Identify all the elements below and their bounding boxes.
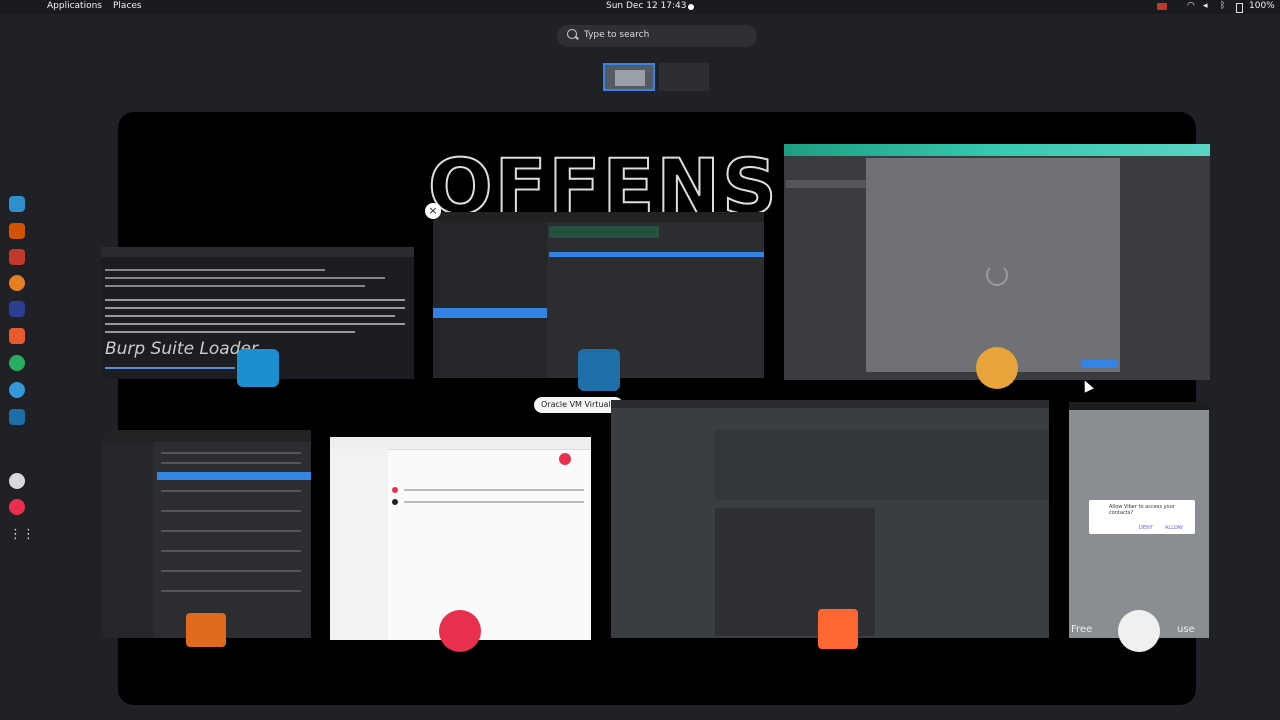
- firefox-icon[interactable]: [9, 275, 25, 291]
- page-heading: [786, 180, 866, 188]
- device-status-icon: [392, 487, 398, 493]
- page-button[interactable]: [1082, 360, 1118, 368]
- mendeley-icon[interactable]: [9, 301, 25, 317]
- volume-icon[interactable]: ◂: [1203, 1, 1208, 11]
- phone-bottom-text-left: Free: [1071, 624, 1093, 635]
- battery-icon[interactable]: [1236, 3, 1243, 13]
- dash-dock: ⋮⋮: [6, 192, 35, 543]
- close-window-button[interactable]: ×: [425, 203, 441, 219]
- search-placeholder: Type to search: [584, 30, 650, 40]
- editor-icon[interactable]: [9, 249, 25, 265]
- applications-menu[interactable]: Applications: [47, 1, 102, 11]
- camera-icon[interactable]: [1157, 3, 1167, 10]
- git-icon[interactable]: [9, 355, 25, 371]
- files-selected-row[interactable]: [157, 472, 311, 480]
- bluetooth-icon[interactable]: ᛒ: [1220, 1, 1225, 11]
- firefox-app-icon: [976, 347, 1018, 389]
- record-indicator-icon: [688, 4, 694, 10]
- wifi-icon[interactable]: ◠: [1187, 1, 1195, 11]
- vm-list-selected[interactable]: [433, 308, 547, 318]
- genymotion-device-app-icon: [1118, 610, 1160, 652]
- search-input[interactable]: Type to search: [557, 25, 757, 47]
- permission-dialog: Allow Viber to access your contacts? DEN…: [1089, 500, 1195, 534]
- vm-toolbar: [549, 226, 659, 238]
- browser-tabbar: [784, 144, 1210, 156]
- loading-spinner-icon: [986, 264, 1008, 286]
- files-app-icon: [186, 613, 226, 647]
- workspace-thumbnail-1[interactable]: [603, 63, 655, 91]
- chrome-icon[interactable]: [9, 382, 25, 398]
- window-titlebar: [101, 247, 414, 257]
- search-icon: [567, 29, 577, 39]
- burp-table: [715, 430, 1049, 500]
- files-icon[interactable]: [9, 223, 25, 239]
- geny-filters: [330, 449, 388, 640]
- terminal-ascii-art: Burp Suite Loader: [105, 339, 258, 359]
- virtualbox-icon[interactable]: [9, 409, 25, 425]
- genymotion-icon[interactable]: [9, 473, 25, 489]
- terminal-icon[interactable]: [9, 196, 25, 212]
- burp-app-icon: [818, 609, 858, 649]
- allow-button[interactable]: ALLOW: [1165, 525, 1183, 531]
- deny-button[interactable]: DENY: [1139, 525, 1153, 531]
- battery-percent: 100%: [1249, 1, 1275, 11]
- window-firefox[interactable]: [784, 144, 1210, 380]
- workspace-thumbnail-2[interactable]: [659, 63, 709, 91]
- snapshot-row[interactable]: [549, 252, 764, 257]
- clock[interactable]: Sun Dec 12 17:43: [606, 1, 687, 11]
- virtualbox-app-icon: [578, 349, 620, 391]
- window-files[interactable]: [101, 430, 311, 638]
- burp-icon[interactable]: [9, 328, 25, 344]
- device-status-icon: [392, 499, 398, 505]
- window-caption: Oracle VM VirtualB: [534, 397, 624, 413]
- places-menu[interactable]: Places: [113, 1, 142, 11]
- genymotion-app-icon: [439, 610, 481, 652]
- phone-bottom-text-right: use: [1177, 624, 1195, 635]
- workspace-preview: [615, 70, 645, 86]
- window-phone-emulator[interactable]: Allow Viber to access your contacts? DEN…: [1069, 402, 1209, 638]
- vm-list: [433, 222, 547, 378]
- top-bar: Applications Places Sun Dec 12 17:43 ◠ ◂…: [0, 0, 1280, 14]
- add-device-button[interactable]: [559, 453, 571, 465]
- terminal-app-icon: [237, 349, 279, 387]
- dialog-text: Allow Viber to access your contacts?: [1109, 504, 1175, 516]
- files-sidebar: [101, 442, 153, 638]
- window-burp[interactable]: [611, 400, 1049, 638]
- show-apps-icon[interactable]: ⋮⋮: [9, 527, 35, 543]
- genymotion2-icon[interactable]: [9, 499, 25, 515]
